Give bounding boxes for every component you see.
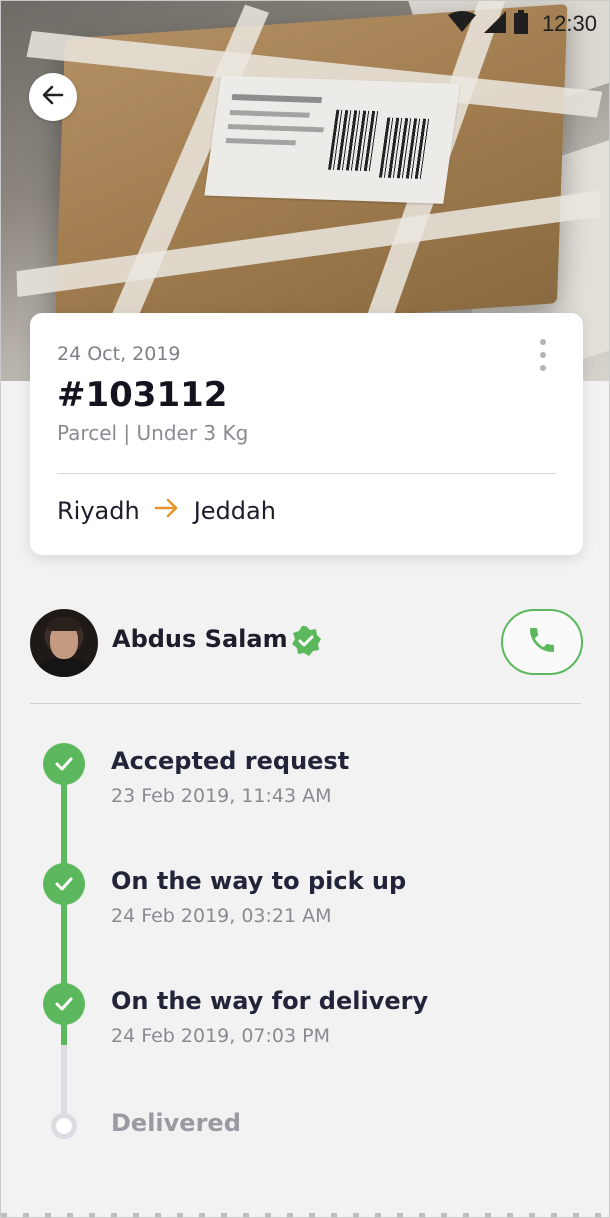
label-text-line: [229, 109, 310, 118]
label-text-line: [231, 94, 323, 104]
label-text-line: [225, 137, 297, 146]
packing-tape: [16, 190, 601, 298]
route-destination: Jeddah: [193, 497, 276, 525]
avatar[interactable]: [30, 609, 98, 677]
step-time: 24 Feb 2019, 03:21 AM: [111, 905, 332, 927]
card-divider: [57, 473, 556, 474]
route-origin: Riyadh: [57, 497, 140, 525]
shipment-card[interactable]: 24 Oct, 2019 #103112 Parcel | Under 3 Kg…: [30, 313, 583, 555]
step-title: On the way to pick up: [111, 867, 407, 895]
arrow-left-icon: [40, 82, 66, 112]
more-vertical-icon[interactable]: [533, 339, 553, 371]
shipment-id: #103112: [57, 375, 228, 415]
status-bar: 12:30: [447, 9, 597, 39]
status-time: 12:30: [541, 11, 597, 36]
barcode: [378, 117, 432, 180]
barcode: [327, 109, 381, 172]
back-button[interactable]: [29, 73, 77, 121]
arrow-right-icon: [154, 497, 180, 525]
step-time: 23 Feb 2019, 11:43 AM: [111, 785, 332, 807]
step-title: Delivered: [111, 1109, 241, 1137]
signal-icon: [483, 11, 506, 37]
phone-icon: [526, 624, 558, 660]
shipment-date: 24 Oct, 2019: [57, 343, 181, 365]
wifi-icon: [447, 11, 476, 37]
shipping-label: [204, 75, 461, 204]
label-text-line: [227, 123, 324, 133]
verified-badge-icon: [290, 625, 322, 657]
check-icon: [43, 863, 85, 905]
step-time: 24 Feb 2019, 07:03 PM: [111, 1025, 330, 1047]
step-title: On the way for delivery: [111, 987, 429, 1015]
step-title: Accepted request: [111, 747, 350, 775]
driver-row: Abdus Salam: [30, 609, 583, 677]
check-icon: [43, 983, 85, 1025]
shipment-route: Riyadh Jeddah: [57, 497, 276, 525]
shipment-details: Parcel | Under 3 Kg: [57, 421, 249, 445]
cardboard-box: [16, 1, 603, 356]
call-button[interactable]: [501, 609, 583, 675]
section-divider: [30, 703, 581, 704]
pending-circle-icon: [51, 1113, 77, 1139]
app-screen: 12:30 24 Oct, 2019 #103112 Parcel | Unde…: [0, 0, 610, 1218]
battery-icon: [513, 10, 528, 38]
check-icon: [43, 743, 85, 785]
driver-name: Abdus Salam: [112, 625, 288, 653]
